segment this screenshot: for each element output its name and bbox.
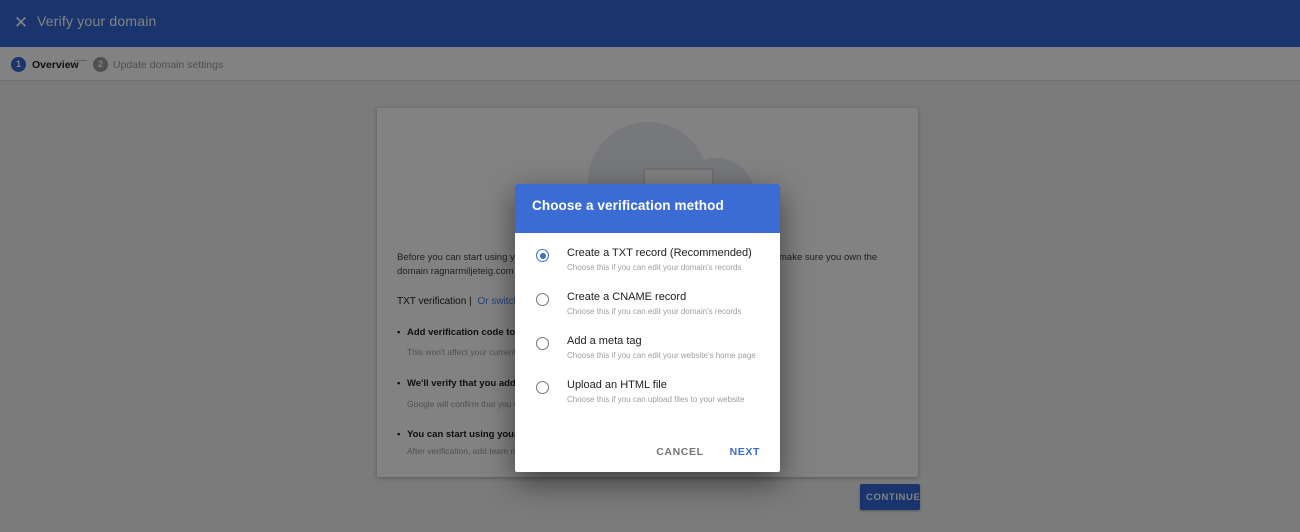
option-desc: Choose this if you can edit your domain'… [567,307,742,316]
radio-html-file[interactable] [536,381,549,394]
option-title: Add a meta tag [567,335,642,347]
dialog-header: Choose a verification method [515,184,780,233]
option-cname-record[interactable]: Create a CNAME record Choose this if you… [515,290,780,328]
option-title: Upload an HTML file [567,379,667,391]
cancel-button[interactable]: CANCEL [654,444,705,460]
option-title: Create a CNAME record [567,291,686,303]
verify-domain-screen: ✕ Verify your domain 1 Overview 2 Update… [0,0,1300,532]
option-desc: Choose this if you can edit your website… [567,351,756,360]
radio-txt-record[interactable] [536,249,549,262]
choose-verification-method-dialog: Choose a verification method Create a TX… [515,184,780,472]
option-txt-record[interactable]: Create a TXT record (Recommended) Choose… [515,246,780,284]
dialog-title: Choose a verification method [532,198,724,213]
dialog-actions: CANCEL NEXT [654,444,762,460]
radio-meta-tag[interactable] [536,337,549,350]
next-button[interactable]: NEXT [728,444,762,460]
option-desc: Choose this if you can edit your domain'… [567,263,742,272]
option-title: Create a TXT record (Recommended) [567,247,752,259]
option-desc: Choose this if you can upload files to y… [567,395,744,404]
option-meta-tag[interactable]: Add a meta tag Choose this if you can ed… [515,334,780,372]
option-html-file[interactable]: Upload an HTML file Choose this if you c… [515,378,780,416]
radio-cname-record[interactable] [536,293,549,306]
